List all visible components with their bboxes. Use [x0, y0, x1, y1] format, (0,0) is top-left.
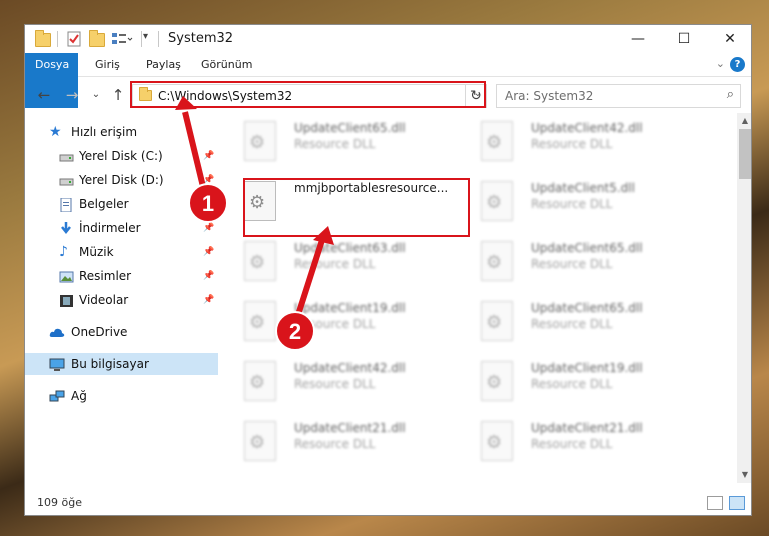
- step-1-badge: 1: [188, 183, 228, 223]
- step-2-badge: 2: [275, 311, 315, 351]
- annotation-arrows: [175, 96, 334, 319]
